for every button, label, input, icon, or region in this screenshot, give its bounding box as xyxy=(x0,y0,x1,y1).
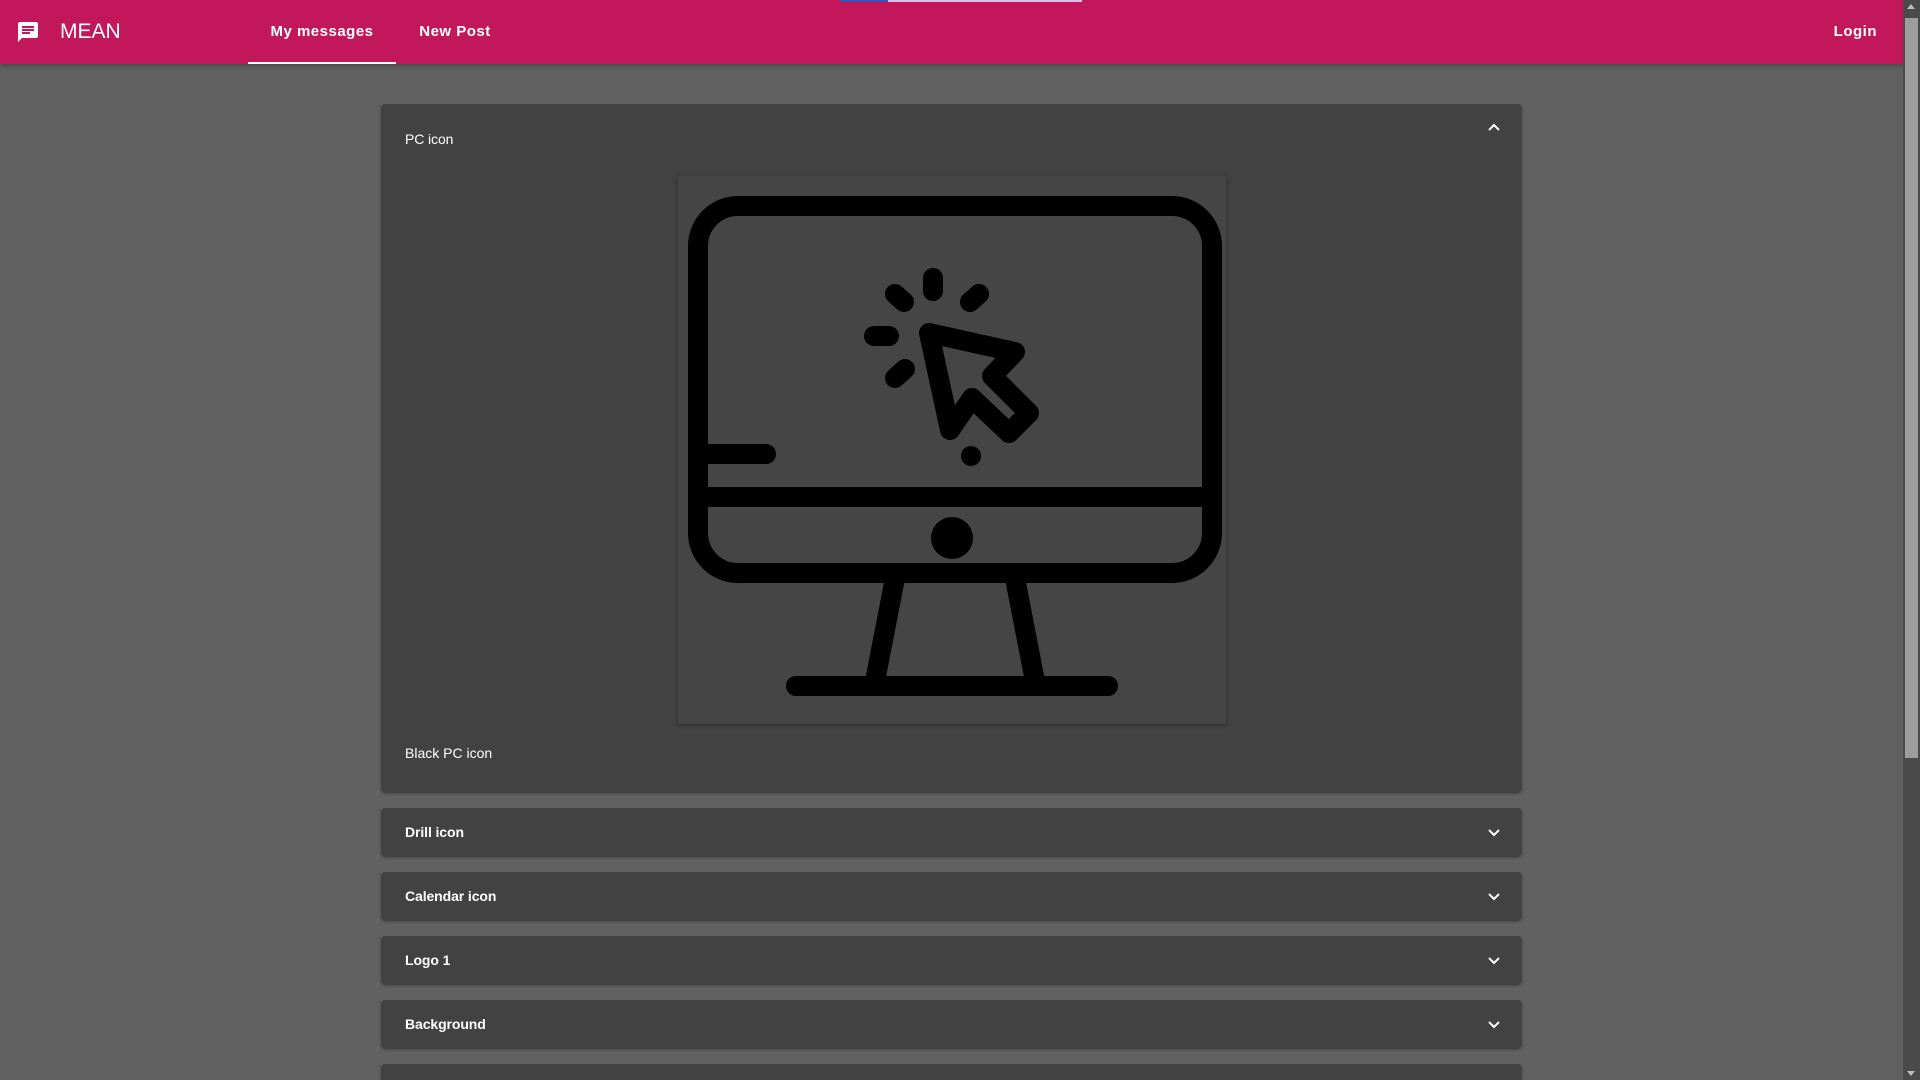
top-toolbar: MEAN My messages New Post Login xyxy=(0,0,1903,64)
loading-progress-bar xyxy=(840,0,1082,2)
scroll-down-arrow-icon[interactable] xyxy=(1907,1071,1915,1076)
post-title: Drill icon xyxy=(405,824,464,840)
post-title: Logo 1 xyxy=(405,952,451,968)
post-panel-header[interactable]: Calendar icon xyxy=(381,872,1522,920)
desktop-computer-click-icon xyxy=(688,196,1222,696)
post-panel-drill-icon[interactable]: Drill icon xyxy=(381,808,1522,856)
app-title: MEAN xyxy=(60,20,121,43)
chevron-down-icon[interactable] xyxy=(1486,824,1502,840)
post-panel-background[interactable]: Background xyxy=(381,1000,1522,1048)
post-panel-partial[interactable] xyxy=(381,1064,1522,1080)
post-panel-pc-icon: PC icon Black PC icon xyxy=(381,104,1522,792)
post-panel-header[interactable]: Drill icon xyxy=(381,808,1522,856)
chevron-down-icon[interactable] xyxy=(1486,1016,1502,1032)
post-content: Black PC icon xyxy=(405,745,493,761)
tab-my-messages[interactable]: My messages xyxy=(248,0,396,64)
post-image xyxy=(678,176,1226,724)
chevron-up-icon[interactable] xyxy=(1486,120,1502,136)
post-panel-header[interactable]: PC icon xyxy=(381,104,1522,152)
scrollbar-thumb[interactable] xyxy=(1905,18,1918,758)
post-panel-header[interactable]: Background xyxy=(381,1000,1522,1048)
tab-new-post[interactable]: New Post xyxy=(400,0,510,64)
post-title: Calendar icon xyxy=(405,888,497,904)
post-panel-header[interactable]: Logo 1 xyxy=(381,936,1522,984)
loading-progress-fill xyxy=(840,0,888,2)
page-scrollbar[interactable] xyxy=(1903,0,1920,1080)
chevron-down-icon[interactable] xyxy=(1486,952,1502,968)
post-panel-logo-1[interactable]: Logo 1 xyxy=(381,936,1522,984)
post-title: Background xyxy=(405,1016,486,1032)
chat-message-icon xyxy=(16,20,40,44)
post-panel-calendar-icon[interactable]: Calendar icon xyxy=(381,872,1522,920)
chevron-down-icon[interactable] xyxy=(1486,888,1502,904)
login-button[interactable]: Login xyxy=(1834,0,1877,64)
post-title: PC icon xyxy=(405,131,454,147)
scroll-up-arrow-icon[interactable] xyxy=(1907,4,1915,9)
